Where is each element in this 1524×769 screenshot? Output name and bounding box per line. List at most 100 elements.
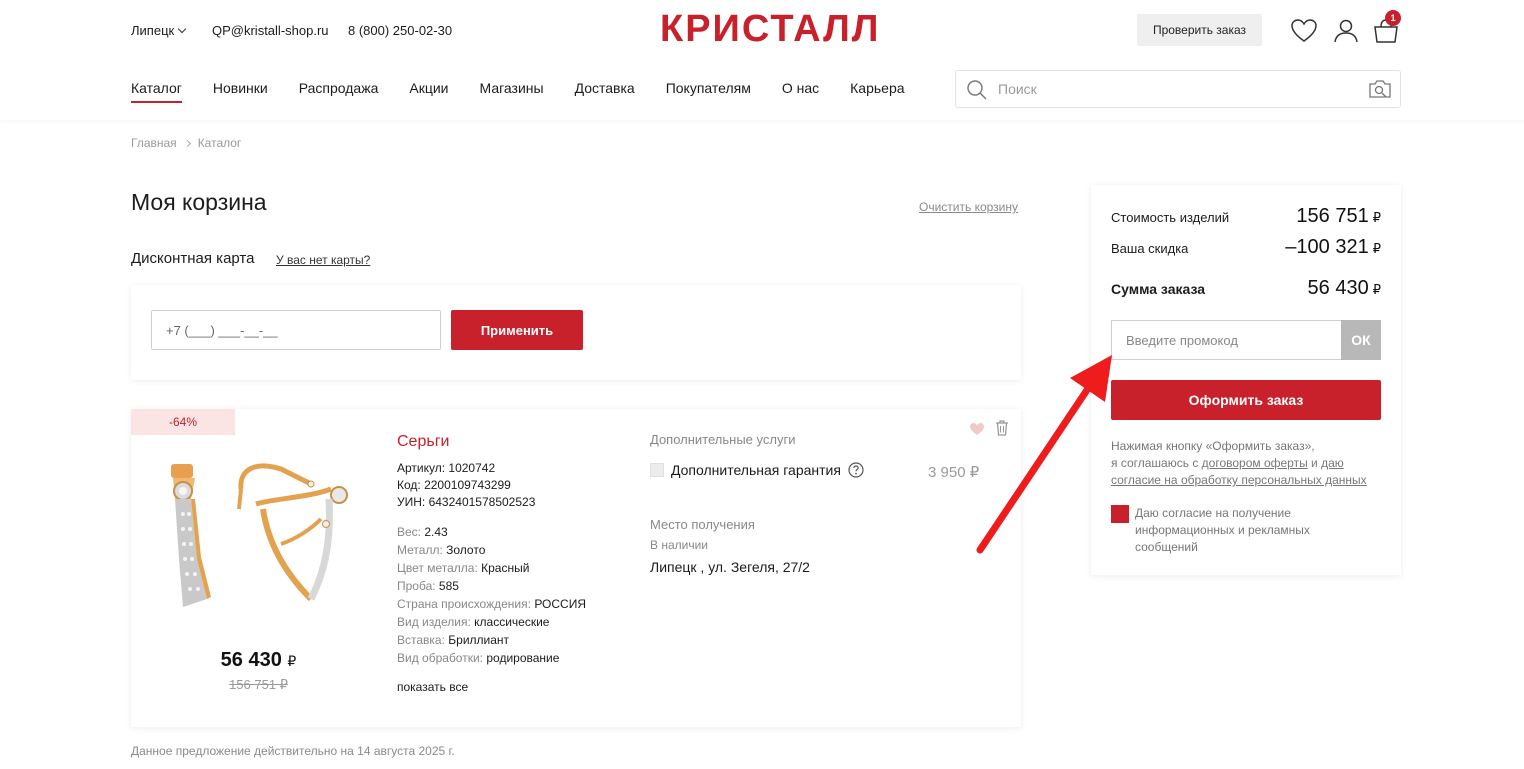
order-total-amount: 56 430	[1307, 277, 1369, 299]
show-all-link[interactable]: показать все	[397, 680, 468, 694]
spec-key: Вид изделия:	[397, 615, 471, 629]
spec-row: Металл: Золото	[397, 541, 586, 559]
order-total-label: Сумма заказа	[1111, 281, 1206, 297]
favorites-heart-icon[interactable]	[1290, 17, 1318, 45]
breadcrumb-home[interactable]: Главная	[131, 136, 177, 150]
spec-key: Вставка:	[397, 633, 445, 647]
phone-link[interactable]: 8 (800) 250-02-30	[348, 23, 452, 38]
spec-row: Страна происхождения: РОССИЯ	[397, 595, 586, 613]
nav-item-delivery[interactable]: Доставка	[575, 80, 635, 103]
nav-item-new[interactable]: Новинки	[213, 80, 268, 103]
discount-card-form: Применить	[131, 285, 1021, 380]
terms-text: Нажимая кнопку «Оформить заказ», я согла…	[1111, 438, 1386, 489]
promo-form: ОК	[1111, 320, 1381, 360]
nav-item-sale[interactable]: Распродажа	[299, 80, 379, 103]
spec-key: Вес:	[397, 525, 422, 539]
terms-line: я соглашаюсь с	[1111, 456, 1202, 470]
help-icon[interactable]	[848, 462, 864, 478]
spec-key: Цвет металла:	[397, 561, 478, 575]
spec-key: Проба:	[397, 579, 436, 593]
warranty-option: Дополнительная гарантия	[650, 462, 864, 478]
promo-ok-button[interactable]: ОК	[1341, 320, 1381, 360]
chevron-down-icon	[177, 24, 187, 34]
spec-row: Проба: 585	[397, 577, 586, 595]
breadcrumb-catalog[interactable]: Каталог	[198, 136, 242, 150]
services-title: Дополнительные услуги	[650, 432, 796, 447]
annotation-arrow-icon	[976, 355, 1112, 554]
items-cost-value: 156 751 ₽	[1296, 205, 1381, 228]
terms-and: и	[1307, 456, 1322, 470]
spec-value: 2.43	[424, 525, 448, 539]
pickup-title: Место получения	[650, 517, 755, 532]
nav-item-customers[interactable]: Покупателям	[666, 80, 751, 103]
pickup-stock-status: В наличии	[650, 538, 709, 552]
discount-label: Ваша скидка	[1111, 241, 1189, 256]
city-label: Липецк	[131, 23, 175, 38]
currency-symbol: ₽	[1372, 241, 1381, 256]
spec-key: Металл:	[397, 543, 443, 557]
cart-item: -64% 56 430 ₽ 156 751 ₽ Серьги Артикул: …	[131, 409, 1021, 727]
email-link[interactable]: QP@kristall-shop.ru	[212, 23, 329, 38]
discount-value: –100 321 ₽	[1285, 236, 1381, 259]
product-name-link[interactable]: Серьги	[397, 433, 449, 451]
spec-value: Золото	[446, 543, 486, 557]
items-cost-label: Стоимость изделий	[1111, 210, 1230, 225]
warranty-checkbox[interactable]	[650, 463, 664, 477]
spec-key: Страна происхождения:	[397, 597, 531, 611]
main-nav: Каталог Новинки Распродажа Акции Магазин…	[131, 80, 936, 103]
product-meta: Артикул: 1020742 Код: 2200109743299 УИН:…	[397, 460, 535, 511]
items-cost-row: Стоимость изделий 156 751 ₽	[1111, 205, 1381, 228]
logo[interactable]: КРИСТАЛЛ	[660, 8, 880, 51]
spec-key: Вид обработки:	[397, 651, 484, 665]
phone-field[interactable]	[151, 310, 441, 350]
promo-code-input[interactable]	[1111, 320, 1343, 360]
header: Липецк QP@kristall-shop.ru 8 (800) 250-0…	[0, 0, 1524, 120]
item-price: 56 430 ₽	[131, 649, 386, 672]
nav-item-catalog[interactable]: Каталог	[131, 80, 182, 103]
spec-value: Красный	[481, 561, 530, 575]
no-card-link[interactable]: У вас нет карты?	[276, 253, 370, 267]
spec-value: родирование	[486, 651, 560, 665]
spec-value: классические	[474, 615, 550, 629]
terms-line: Нажимая кнопку «Оформить заказ»,	[1111, 439, 1315, 453]
search-box	[955, 70, 1401, 108]
chevron-right-icon	[183, 139, 191, 147]
spec-row: Вид обработки: родирование	[397, 649, 586, 667]
nav-item-stores[interactable]: Магазины	[480, 80, 544, 103]
marketing-consent: Даю согласие на получение информационных…	[1111, 505, 1335, 556]
discount-row: Ваша скидка –100 321 ₽	[1111, 236, 1381, 259]
cart-count-badge: 1	[1385, 10, 1401, 26]
check-order-button[interactable]: Проверить заказ	[1137, 14, 1262, 46]
spec-value: Бриллиант	[448, 633, 510, 647]
nav-item-about[interactable]: О нас	[782, 80, 819, 103]
item-old-price: 156 751 ₽	[229, 677, 288, 692]
camera-search-icon[interactable]	[1368, 78, 1392, 100]
spec-row: Вес: 2.43	[397, 523, 586, 541]
apply-button[interactable]: Применить	[451, 310, 583, 350]
product-code: Код: 2200109743299	[397, 478, 511, 492]
checkout-button[interactable]: Оформить заказ	[1111, 380, 1381, 420]
discount-card-label: Дисконтная карта	[131, 250, 255, 267]
nav-item-promotions[interactable]: Акции	[409, 80, 448, 103]
warranty-label[interactable]: Дополнительная гарантия	[671, 462, 841, 478]
user-icon[interactable]	[1332, 17, 1360, 45]
search-icon[interactable]	[966, 79, 988, 101]
clear-cart-link[interactable]: Очистить корзину	[919, 200, 1018, 214]
spec-row: Цвет металла: Красный	[397, 559, 586, 577]
search-input[interactable]	[998, 78, 1338, 100]
pickup-address: Липецк , ул. Зегеля, 27/2	[650, 559, 810, 575]
discount-badge: -64%	[131, 409, 235, 435]
city-selector[interactable]: Липецк	[131, 23, 187, 38]
product-article: Артикул: 1020742	[397, 461, 496, 475]
spec-row: Вставка: Бриллиант	[397, 631, 586, 649]
offer-agreement-link[interactable]: договором оферты	[1202, 456, 1308, 470]
spec-value: 585	[438, 579, 459, 593]
marketing-consent-label: Даю согласие на получение информационных…	[1135, 506, 1310, 554]
currency-symbol: ₽	[287, 653, 297, 669]
nav-item-career[interactable]: Карьера	[850, 80, 904, 103]
order-summary: Стоимость изделий 156 751 ₽ Ваша скидка –…	[1091, 185, 1401, 575]
earrings-image[interactable]	[161, 459, 361, 619]
currency-symbol: ₽	[1372, 210, 1381, 225]
item-price-value: 56 430	[220, 649, 282, 671]
order-total-value: 56 430 ₽	[1308, 277, 1381, 300]
